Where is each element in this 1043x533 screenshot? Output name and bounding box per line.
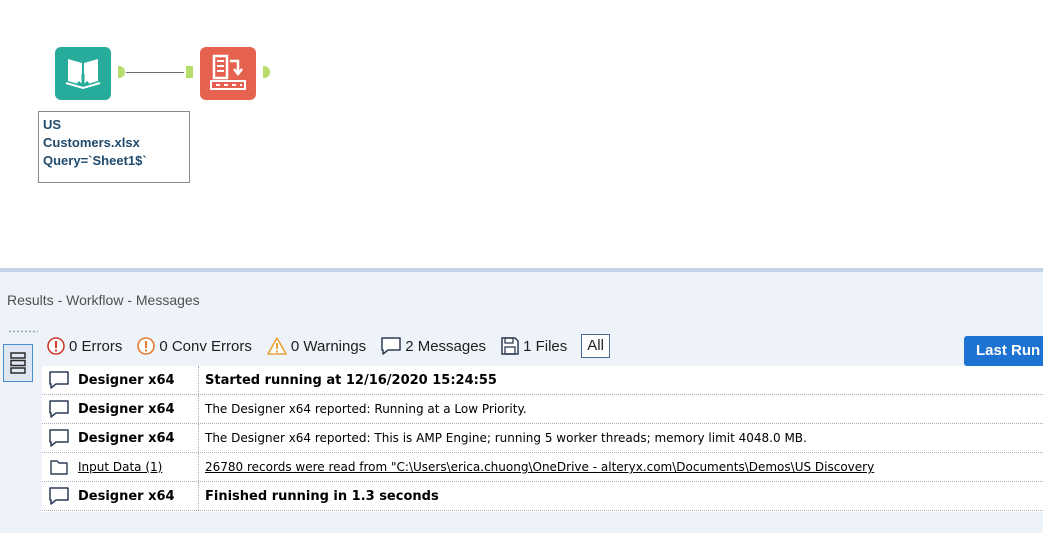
table-row[interactable]: Input Data (1) 26780 records were read f… (42, 453, 1043, 482)
results-title: Results - Workflow - Messages (7, 292, 200, 308)
warnings-label: 0 Warnings (290, 337, 367, 355)
row-tool-name: Designer x64 (75, 482, 199, 510)
files-label: 1 Files (523, 337, 568, 355)
row-icon-cell (42, 399, 75, 419)
select-tool[interactable] (200, 47, 256, 100)
book-icon (65, 59, 101, 91)
table-row[interactable]: Designer x64 Finished running in 1.3 sec… (42, 482, 1043, 511)
files-filter[interactable]: 1 Files (500, 336, 567, 356)
row-icon-cell (42, 458, 75, 476)
messages-label: 2 Messages (405, 337, 487, 355)
tool-annotation: US Customers.xlsx Query=`Sheet1$` (38, 111, 190, 183)
message-icon (48, 400, 69, 418)
annotation-line: Customers.xlsx (43, 135, 140, 150)
conv-errors-label: 0 Conv Errors (159, 337, 252, 355)
table-row[interactable]: Designer x64 The Designer x64 reported: … (42, 395, 1043, 424)
row-message-text: Started running at 12/16/2020 15:24:55 (205, 372, 497, 388)
table-row[interactable]: Designer x64 The Designer x64 reported: … (42, 424, 1043, 453)
conv-error-icon (137, 337, 156, 355)
row-tool-name: Designer x64 (75, 366, 199, 394)
filter-bar: 0 Errors 0 Conv Errors 0 Warnings 2 Mess… (46, 331, 624, 361)
messages-table: Designer x64 Started running at 12/16/20… (42, 366, 1043, 512)
messages-view-button[interactable] (3, 344, 33, 382)
annotation-line: US (43, 117, 62, 132)
folder-icon (49, 460, 68, 475)
save-icon (501, 337, 519, 355)
annotation-line: Query=`Sheet1$` (43, 153, 147, 168)
warning-icon (267, 337, 287, 355)
row-message-text: Finished running in 1.3 seconds (205, 488, 439, 504)
last-run-button[interactable]: Last Run (964, 336, 1043, 366)
row-message-text: The Designer x64 reported: Running at a … (205, 402, 527, 416)
message-icon (48, 429, 69, 447)
table-row[interactable]: Designer x64 Started running at 12/16/20… (42, 366, 1043, 395)
warnings-filter[interactable]: 0 Warnings (266, 336, 366, 356)
results-pane: Results - Workflow - Messages 0 Errors 0… (0, 272, 1043, 533)
row-message-text: The Designer x64 reported: This is AMP E… (205, 431, 807, 445)
row-icon-cell (42, 486, 75, 506)
all-filter[interactable]: All (581, 334, 610, 358)
errors-filter[interactable]: 0 Errors (46, 336, 122, 356)
row-icon-cell (42, 370, 75, 390)
row-tool-name: Designer x64 (75, 395, 199, 423)
row-icon-cell (42, 428, 75, 448)
errors-label: 0 Errors (69, 337, 123, 355)
messages-filter[interactable]: 2 Messages (380, 336, 486, 356)
list-icon (10, 352, 26, 374)
conv-errors-filter[interactable]: 0 Conv Errors (136, 336, 252, 356)
input-data-tool[interactable] (55, 47, 111, 100)
error-icon (47, 337, 65, 355)
select-output-anchor[interactable] (263, 66, 270, 78)
message-icon (381, 337, 401, 355)
message-icon (48, 487, 69, 505)
row-tool-name: Designer x64 (75, 424, 199, 452)
workflow-canvas[interactable]: US Customers.xlsx Query=`Sheet1$` (0, 0, 1043, 268)
connection-line[interactable] (126, 72, 184, 73)
select-icon (210, 54, 246, 90)
row-tool-link[interactable]: Input Data (1) (75, 453, 199, 481)
grip-handle[interactable] (8, 330, 38, 333)
row-message-link[interactable]: 26780 records were read from "C:\Users\e… (199, 460, 874, 474)
input-anchor[interactable] (186, 66, 193, 78)
output-anchor[interactable] (118, 66, 125, 78)
message-icon (48, 371, 69, 389)
